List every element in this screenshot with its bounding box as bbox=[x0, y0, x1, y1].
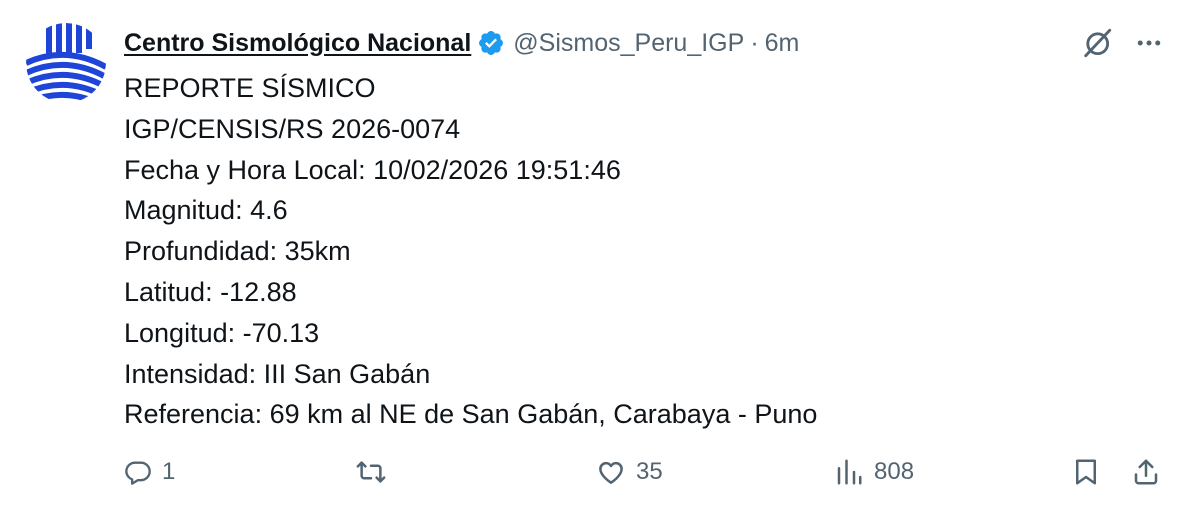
tweet-text-line: IGP/CENSIS/RS 2026-0074 bbox=[124, 113, 461, 144]
share-icon bbox=[1134, 459, 1158, 485]
tweet-text-line: Magnitud: 4.6 bbox=[124, 195, 288, 226]
like-count: 35 bbox=[636, 458, 663, 485]
views-icon bbox=[837, 459, 862, 485]
tweet-header: Centro Sismológico Nacional @Sismos_Peru… bbox=[124, 26, 799, 60]
timestamp[interactable]: 6m bbox=[765, 29, 800, 58]
repost-button[interactable] bbox=[356, 452, 396, 492]
verified-badge-icon[interactable] bbox=[477, 29, 505, 57]
display-name[interactable]: Centro Sismológico Nacional bbox=[124, 29, 471, 58]
bookmark-icon bbox=[1076, 459, 1096, 485]
repost-icon bbox=[356, 461, 386, 483]
tweet-text-line: Longitud: -70.13 bbox=[124, 317, 320, 348]
separator-dot: · bbox=[750, 28, 759, 57]
reply-icon bbox=[125, 461, 151, 485]
reply-count: 1 bbox=[162, 458, 176, 485]
tweet-text-line: Intensidad: III San Gabán bbox=[124, 358, 431, 389]
share-button[interactable] bbox=[1131, 452, 1161, 492]
bookmark-button[interactable] bbox=[1071, 452, 1101, 492]
views-button[interactable]: 808 bbox=[834, 452, 914, 492]
avatar-logo-icon bbox=[26, 23, 106, 103]
heart-icon bbox=[599, 461, 623, 484]
tweet-text: REPORTE SÍSMICO IGP/CENSIS/RS 2026-0074 … bbox=[124, 68, 817, 435]
views-count: 808 bbox=[874, 458, 915, 485]
tweet-text-line: REPORTE SÍSMICO bbox=[124, 73, 376, 103]
user-handle[interactable]: @Sismos_Peru_IGP bbox=[513, 29, 744, 58]
avatar[interactable] bbox=[26, 23, 106, 103]
header-actions bbox=[1080, 26, 1164, 60]
tweet-text-line: Referencia: 69 km al NE de San Gabán, Ca… bbox=[124, 399, 818, 430]
grok-icon[interactable] bbox=[1080, 26, 1114, 60]
more-icon[interactable] bbox=[1134, 28, 1164, 58]
tweet-text-line: Fecha y Hora Local: 10/02/2026 19:51:46 bbox=[124, 154, 621, 185]
reply-button[interactable]: 1 bbox=[124, 452, 175, 492]
tweet-actions: 1 35 808 bbox=[124, 452, 1164, 492]
tweet-text-line: Latitud: -12.88 bbox=[124, 276, 297, 307]
tweet[interactable]: Centro Sismológico Nacional @Sismos_Peru… bbox=[0, 0, 1200, 512]
tweet-text-line: Profundidad: 35km bbox=[124, 236, 351, 267]
like-button[interactable]: 35 bbox=[596, 452, 663, 492]
